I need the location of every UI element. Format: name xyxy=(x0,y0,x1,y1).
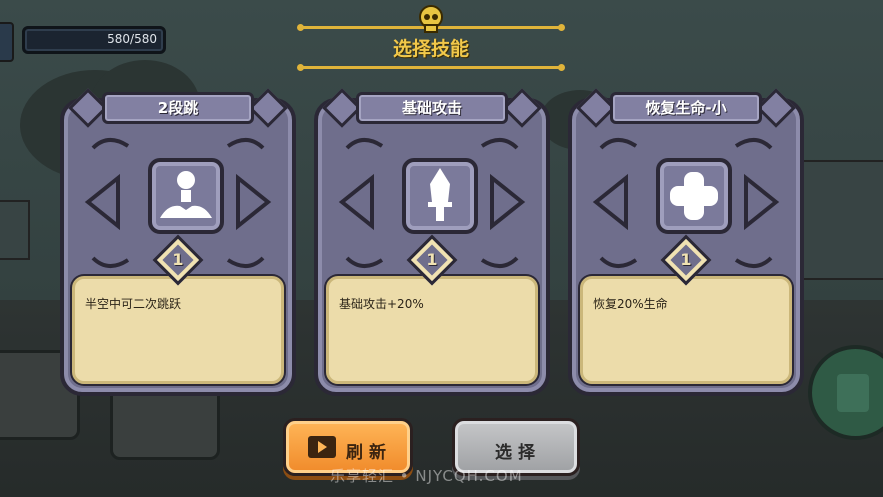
skill-level: 1 xyxy=(172,250,184,269)
player-avatar xyxy=(0,22,14,62)
skill-card-title: 恢复生命-小 xyxy=(610,92,762,124)
heal-cross-icon xyxy=(670,172,718,220)
hp-text: 580/580 xyxy=(107,32,157,46)
skill-description: 恢复20%生命 xyxy=(593,297,668,311)
title-line-bottom xyxy=(297,64,565,71)
skill-card-title: 基础攻击 xyxy=(356,92,508,124)
skill-description-box: 恢复20%生命 xyxy=(580,276,792,384)
boot-icon xyxy=(837,374,869,412)
skill-card-title: 2段跳 xyxy=(102,92,254,124)
sword-icon xyxy=(428,168,452,221)
select-button-label: 选择 xyxy=(495,443,541,463)
skill-card-heal-small[interactable]: 恢复生命-小 1 恢复20%生命 xyxy=(568,88,804,396)
hp-bar: 580/580 xyxy=(22,26,166,54)
double-jump-icon xyxy=(160,171,212,218)
skill-description-box: 半空中可二次跳跃 xyxy=(72,276,284,384)
skill-card-basic-attack[interactable]: 基础攻击 1 基础攻击+20% xyxy=(314,88,550,396)
skull-icon xyxy=(419,5,443,33)
dialog-title: 选择技能 xyxy=(392,38,469,60)
skill-description-box: 基础攻击+20% xyxy=(326,276,538,384)
skill-level: 1 xyxy=(680,250,692,269)
skill-card-double-jump[interactable]: 2段跳 1 半空中可二次跳跃 xyxy=(60,88,296,396)
skill-description: 基础攻击+20% xyxy=(339,297,424,311)
skill-level: 1 xyxy=(426,250,438,269)
watermark: 乐享轻汇 • NJYCQH.COM xyxy=(330,467,523,485)
refresh-button-label: 刷新 xyxy=(346,443,392,463)
video-ad-icon xyxy=(308,436,336,458)
skill-description: 半空中可二次跳跃 xyxy=(85,297,182,311)
